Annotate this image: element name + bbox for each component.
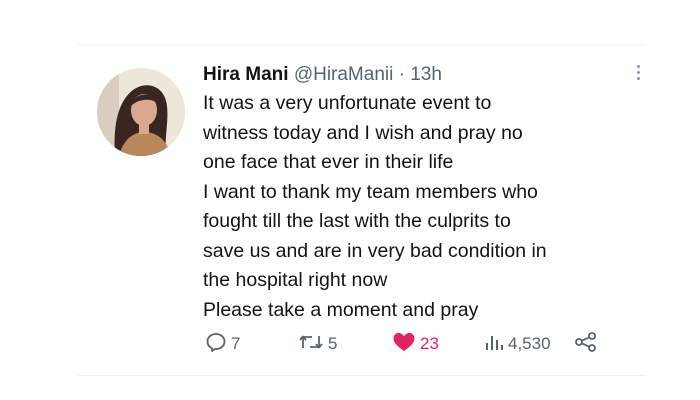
views-button[interactable]: 4,530 [484,330,551,358]
screenshot-page: Hira Mani @HiraManii · 13h It was a very… [0,0,700,400]
author-name[interactable]: Hira Mani [203,64,289,85]
tweet-line: the hospital right now [203,269,388,291]
like-button[interactable]: 23 [392,330,439,358]
tweet-actions: 7 5 23 4,530 [203,330,633,358]
tweet-time[interactable]: 13h [410,64,442,85]
tweet-line: one face that ever in their life [203,151,454,173]
like-count: 23 [420,334,439,353]
share-icon [574,331,598,358]
more-options-icon[interactable] [633,62,643,88]
tweet-line: save us and are in very bad condition in [203,239,547,262]
tweet-line: Please take a moment and pray [203,298,479,321]
tweet-line: witness today and I wish and pray no [203,121,523,144]
retweet-icon [298,331,324,358]
avatar[interactable] [97,68,185,156]
share-button[interactable] [574,330,598,358]
reply-icon [205,331,227,358]
tweet-text: It was a very unfortunate event to witne… [203,89,663,325]
reply-button[interactable]: 7 [205,330,240,358]
author-handle[interactable]: @HiraManii [294,64,394,85]
tweet-line: It was a very unfortunate event to [203,92,492,114]
header-separator: · [398,64,405,85]
views-count: 4,530 [508,334,551,353]
retweet-count: 5 [328,334,338,353]
tweet-line: I want to thank my team members who [203,180,538,203]
retweet-button[interactable]: 5 [298,330,337,358]
reply-count: 7 [231,334,241,353]
tweet-header: Hira Mani @HiraManii · 13h [203,64,442,86]
heart-icon [392,331,416,358]
tweet-line: fought till the last with the culprits t… [203,210,511,232]
views-icon [484,331,504,358]
